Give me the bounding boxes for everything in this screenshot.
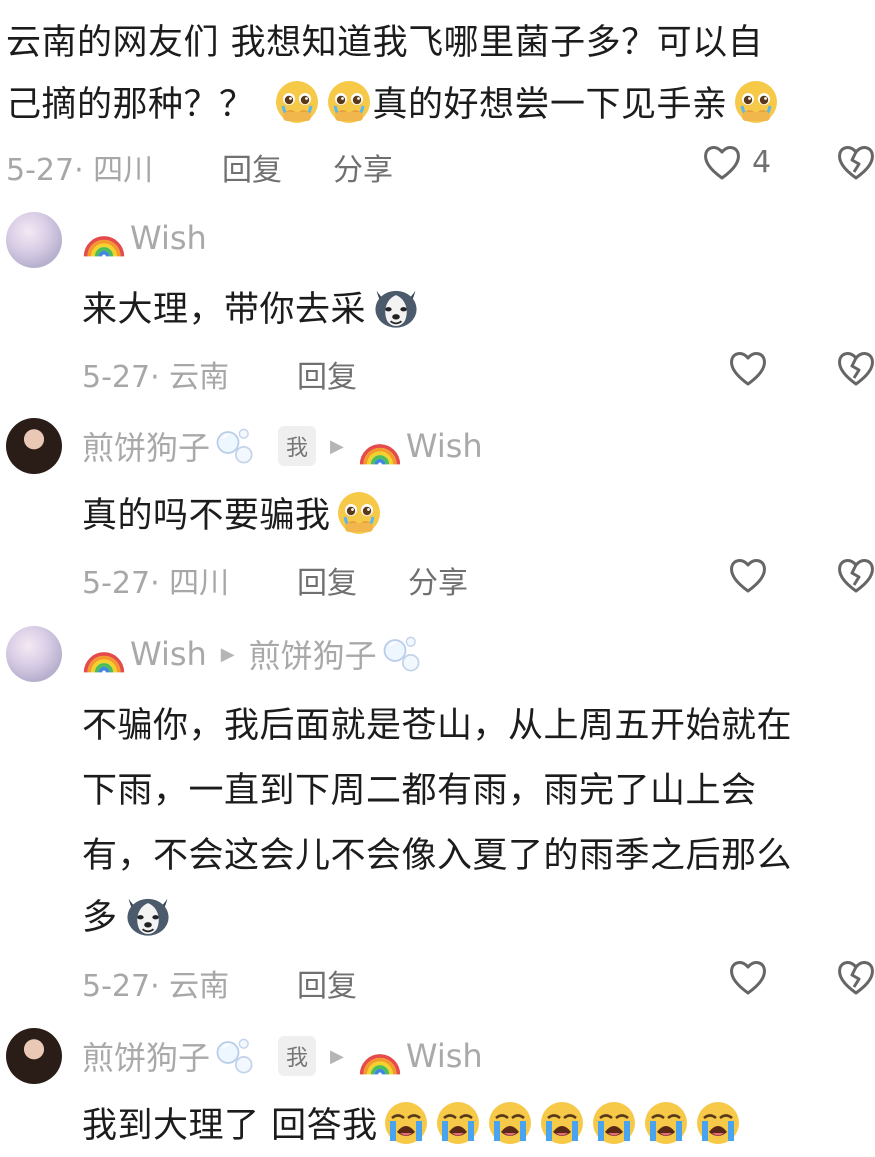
reply-arrow-icon: ▶	[330, 1045, 344, 1067]
reply-3-target[interactable]: 煎饼狗子	[249, 631, 377, 677]
rainbow-emoji-icon	[82, 632, 126, 676]
top-comment-line-1: 云南的网友们 我想知道我飞哪里菌子多？可以自	[6, 23, 764, 63]
reply-1-reply-button[interactable]: 回复	[297, 352, 357, 396]
pleading-face-emoji-icon	[335, 489, 383, 537]
avatar[interactable]	[6, 626, 62, 682]
bubbles-emoji-icon	[214, 1035, 256, 1077]
reply-3-line-1: 不骗你，我后面就是苍山，从上周五开始就在	[82, 706, 793, 746]
bubbles-emoji-icon	[381, 633, 423, 675]
reply-2-reply-button[interactable]: 回复	[297, 558, 357, 602]
reply-3-reply-button[interactable]: 回复	[297, 961, 357, 1005]
reply-4-user[interactable]: 煎饼狗子 我 ▶ Wish	[82, 1033, 483, 1079]
reply-1-body: 来大理，带你去采	[82, 289, 367, 330]
broken-heart-icon[interactable]	[834, 553, 875, 597]
pleading-face-emoji-icon	[325, 78, 373, 126]
reply-2-text: 真的吗不要骗我	[82, 487, 383, 538]
heart-outline-icon[interactable]	[726, 955, 770, 999]
reply-3-line-4-text: 多	[82, 897, 118, 938]
reply-4-username: 煎饼狗子	[82, 1039, 211, 1077]
reply-1-user[interactable]: Wish	[82, 216, 207, 260]
reply-2-target[interactable]: Wish	[406, 427, 483, 465]
husky-dog-emoji-icon	[122, 888, 174, 940]
reply-3-line-4: 多	[82, 888, 174, 940]
reply-1-meta: 5-27· 云南	[82, 360, 230, 395]
reply-3-username: Wish	[130, 635, 207, 673]
heart-outline-icon[interactable]	[726, 553, 770, 597]
loudly-crying-face-emoji-icon	[486, 1099, 534, 1147]
loudly-crying-face-emoji-icon	[434, 1099, 482, 1147]
reply-2-body: 真的吗不要骗我	[82, 496, 331, 536]
top-comment-like-count: 4	[752, 145, 772, 180]
top-comment-reply-button[interactable]: 回复	[222, 145, 282, 189]
husky-dog-emoji-icon	[370, 280, 422, 332]
top-comment-meta: 5-27· 四川	[6, 153, 154, 188]
reply-2-user[interactable]: 煎饼狗子 我 ▶ Wish	[82, 423, 483, 469]
avatar[interactable]	[6, 418, 62, 474]
broken-heart-icon[interactable]	[834, 955, 875, 999]
top-comment-text-b: 真的好想尝一下见手亲	[372, 85, 728, 125]
reply-1-text: 来大理，带你去采	[82, 280, 422, 332]
reply-3-meta: 5-27· 云南	[82, 969, 230, 1004]
heart-outline-icon[interactable]	[700, 140, 744, 184]
loudly-crying-face-emoji-icon	[538, 1099, 586, 1147]
top-comment-share-button[interactable]: 分享	[333, 145, 393, 189]
heart-outline-icon[interactable]	[726, 346, 770, 390]
loudly-crying-face-emoji-icon	[382, 1099, 430, 1147]
pleading-face-emoji-icon	[732, 78, 780, 126]
loudly-crying-face-emoji-icon	[590, 1099, 638, 1147]
reply-2-share-button[interactable]: 分享	[408, 558, 468, 602]
rainbow-emoji-icon	[358, 424, 402, 468]
rainbow-emoji-icon	[358, 1034, 402, 1078]
reply-4-target[interactable]: Wish	[406, 1037, 483, 1075]
reply-2-meta: 5-27· 四川	[82, 566, 230, 601]
broken-heart-icon[interactable]	[834, 140, 875, 184]
me-badge: 我	[278, 1036, 317, 1076]
reply-3-line-2: 下雨，一直到下周二都有雨，雨完了山上会	[82, 771, 757, 811]
loudly-crying-face-emoji-icon	[642, 1099, 690, 1147]
bubbles-emoji-icon	[214, 425, 256, 467]
top-comment-line-2: 己摘的那种？？ 真的好想尝一下见手亲	[6, 76, 780, 127]
reply-1-username: Wish	[130, 219, 207, 257]
reply-2-username: 煎饼狗子	[82, 429, 211, 467]
avatar[interactable]	[6, 212, 62, 268]
broken-heart-icon[interactable]	[834, 346, 875, 390]
reply-3-line-3: 有，不会这会儿不会像入夏了的雨季之后那么	[82, 836, 793, 876]
reply-3-user[interactable]: Wish ▶ 煎饼狗子	[82, 631, 423, 677]
reply-4-body: 我到大理了 回答我	[82, 1106, 378, 1146]
avatar[interactable]	[6, 1028, 62, 1084]
pleading-face-emoji-icon	[273, 78, 321, 126]
loudly-crying-face-emoji-icon	[694, 1099, 742, 1147]
reply-4-text: 我到大理了 回答我	[82, 1097, 742, 1148]
me-badge: 我	[278, 426, 317, 466]
rainbow-emoji-icon	[82, 216, 126, 260]
top-comment-text-a: 己摘的那种？？	[6, 85, 255, 125]
reply-arrow-icon: ▶	[330, 435, 344, 457]
reply-arrow-icon: ▶	[220, 643, 235, 665]
